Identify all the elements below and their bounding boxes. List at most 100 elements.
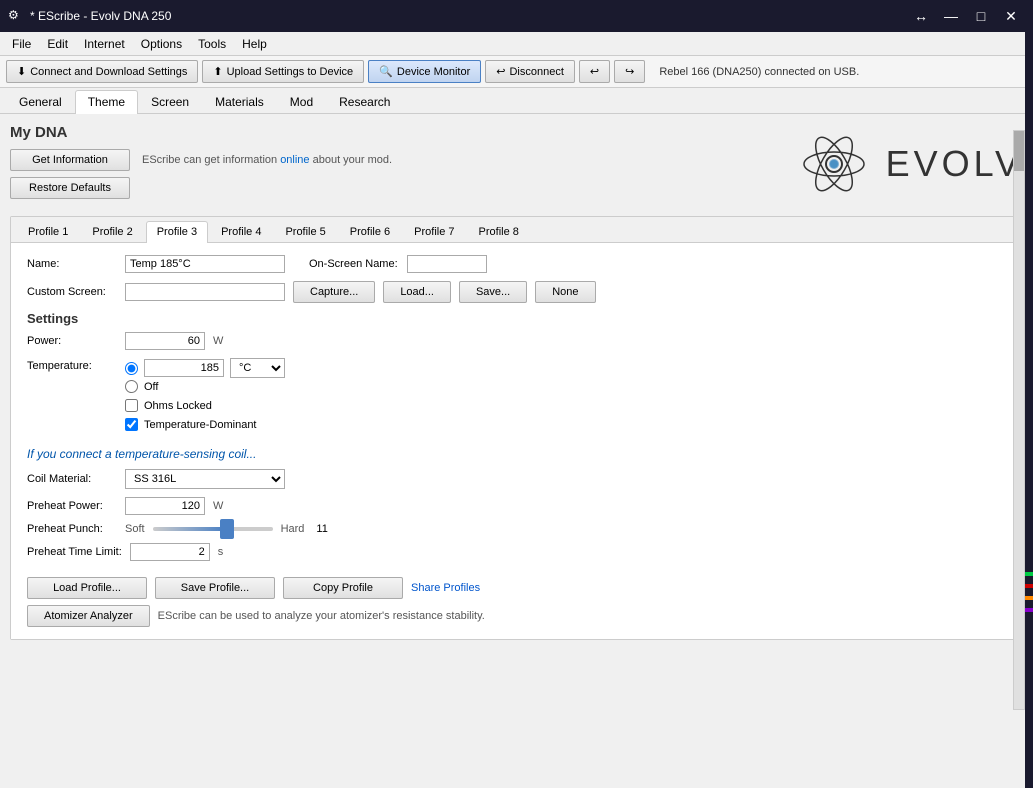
scroll-thumb[interactable] [1014,131,1024,171]
preheat-punch-label: Preheat Punch: [27,523,117,535]
connection-status: Rebel 166 (DNA250) connected on USB. [659,66,859,78]
load-button[interactable]: Load... [383,281,451,303]
share-profiles-link[interactable]: Share Profiles [411,582,480,594]
profile-tab-7[interactable]: Profile 7 [403,221,465,242]
profile-tab-8[interactable]: Profile 8 [468,221,530,242]
temp-off-row: Off [125,380,285,393]
dna-title: My DNA [10,124,392,141]
tab-theme[interactable]: Theme [75,90,138,114]
accent-orange [1025,596,1033,600]
resize-btn[interactable]: ↔ [907,2,935,30]
temp-off-radio[interactable] [125,380,138,393]
temp-dominant-checkbox[interactable] [125,418,138,431]
profile-tabs: Profile 1 Profile 2 Profile 3 Profile 4 … [11,217,1022,243]
ohms-locked-checkbox[interactable] [125,399,138,412]
temp-value-row: °C °F [125,358,285,378]
connect-icon: ⬇ [17,65,26,78]
menu-internet[interactable]: Internet [76,35,133,53]
close-btn[interactable]: ✕ [997,2,1025,30]
preheat-punch-slider[interactable] [153,527,273,531]
window-title: * EScribe - Evolv DNA 250 [30,9,171,23]
custom-screen-input[interactable] [125,283,285,301]
evolv-icon [794,124,874,204]
preheat-punch-soft-label: Soft [125,523,145,535]
temperature-label: Temperature: [27,360,117,372]
right-accent-bar [1025,32,1033,788]
profile-tab-3[interactable]: Profile 3 [146,221,208,243]
restore-defaults-button[interactable]: Restore Defaults [10,177,130,199]
temperature-row: Temperature: °C °F Off [27,358,1006,435]
monitor-icon: 🔍 [379,65,393,78]
menu-options[interactable]: Options [133,35,190,53]
get-information-button[interactable]: Get Information [10,149,130,171]
upload-settings-button[interactable]: ⬆ Upload Settings to Device [202,60,364,83]
profile-tab-2[interactable]: Profile 2 [81,221,143,242]
profile-content: Name: On-Screen Name: Custom Screen: Cap… [11,243,1022,639]
accent-green [1025,572,1033,576]
preheat-power-input[interactable] [125,497,205,515]
minimize-btn[interactable]: — [937,2,965,30]
accent-purple [1025,608,1033,612]
dna-section: My DNA Get Information EScribe can get i… [10,124,1023,204]
save-profile-button[interactable]: Save Profile... [155,577,275,599]
coil-material-select[interactable]: SS 316L SS 304 SS 430 Titanium Nickel 20… [125,469,285,489]
tab-general[interactable]: General [6,90,75,113]
copy-profile-button[interactable]: Copy Profile [283,577,403,599]
name-input[interactable] [125,255,285,273]
menu-file[interactable]: File [4,35,39,53]
temp-unit-select[interactable]: °C °F [230,358,285,378]
custom-screen-row: Custom Screen: Capture... Load... Save..… [27,281,1006,303]
bottom-buttons: Load Profile... Save Profile... Copy Pro… [27,577,1006,599]
profile-tab-6[interactable]: Profile 6 [339,221,401,242]
device-monitor-button[interactable]: 🔍 Device Monitor [368,60,481,83]
profile-tab-5[interactable]: Profile 5 [274,221,336,242]
scrollbar[interactable] [1013,130,1025,710]
profile-tab-1[interactable]: Profile 1 [17,221,79,242]
on-screen-input[interactable] [407,255,487,273]
none-button[interactable]: None [535,281,595,303]
undo-button[interactable]: ↩ [579,60,610,83]
menu-help[interactable]: Help [234,35,275,53]
disconnect-button[interactable]: ↩ Disconnect [485,60,575,83]
coil-material-label: Coil Material: [27,473,117,485]
menu-bar: File Edit Internet Options Tools Help [0,32,1033,56]
capture-button[interactable]: Capture... [293,281,375,303]
preheat-power-label: Preheat Power: [27,500,117,512]
preheat-punch-row: Preheat Punch: Soft Hard 11 [27,523,1006,535]
temp-dominant-label: Temperature-Dominant [144,419,257,431]
window-controls: ↔ — □ ✕ [907,2,1025,30]
redo-button[interactable]: ↪ [614,60,645,83]
atomizer-info: EScribe can be used to analyze your atom… [158,610,485,622]
disconnect-icon: ↩ [496,65,505,78]
tab-mod[interactable]: Mod [277,90,326,113]
menu-edit[interactable]: Edit [39,35,76,53]
tab-screen[interactable]: Screen [138,90,202,113]
evolv-logo: EVOLV [794,124,1023,204]
on-screen-label: On-Screen Name: [309,258,399,270]
connect-download-button[interactable]: ⬇ Connect and Download Settings [6,60,198,83]
main-tabs: General Theme Screen Materials Mod Resea… [0,88,1033,114]
power-input[interactable] [125,332,205,350]
preheat-time-input[interactable] [130,543,210,561]
online-link[interactable]: online [280,154,309,166]
preheat-time-label: Preheat Time Limit: [27,546,122,558]
save-button[interactable]: Save... [459,281,527,303]
temperature-input[interactable] [144,359,224,377]
atomizer-analyzer-button[interactable]: Atomizer Analyzer [27,605,150,627]
preheat-time-unit: s [218,546,224,558]
temp-on-radio[interactable] [125,362,138,375]
menu-tools[interactable]: Tools [190,35,234,53]
ohms-locked-row: Ohms Locked [125,399,285,412]
preheat-time-row: Preheat Time Limit: s [27,543,1006,561]
tab-research[interactable]: Research [326,90,403,113]
custom-screen-label: Custom Screen: [27,286,117,298]
tab-materials[interactable]: Materials [202,90,277,113]
maximize-btn[interactable]: □ [967,2,995,30]
main-content: My DNA Get Information EScribe can get i… [0,114,1033,778]
power-unit: W [213,335,223,347]
profile-tab-4[interactable]: Profile 4 [210,221,272,242]
name-label: Name: [27,258,117,270]
dna-info-text: EScribe can get information online about… [142,154,392,166]
preheat-punch-value: 11 [316,523,327,535]
load-profile-button[interactable]: Load Profile... [27,577,147,599]
